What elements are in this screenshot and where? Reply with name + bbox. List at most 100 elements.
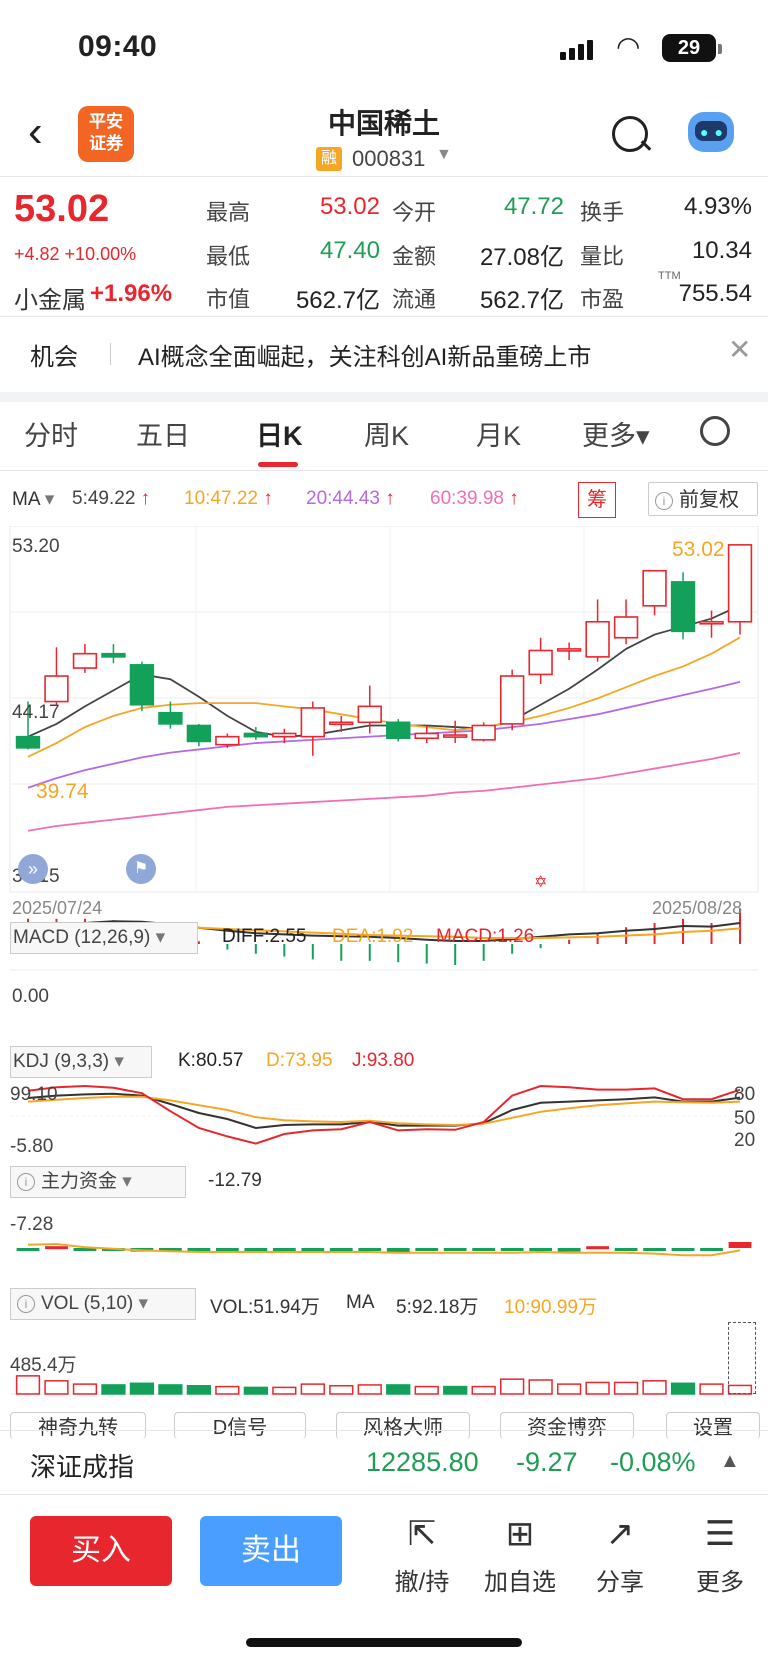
vol-ma5: 5:92.18万 [396, 1297, 479, 1318]
sector-change[interactable]: +1.96% [90, 280, 172, 308]
cancel-order-icon[interactable]: ⇱ [402, 1514, 442, 1554]
kdj-j: J:93.80 [352, 1050, 415, 1071]
tab-3[interactable]: 周K [364, 414, 409, 453]
quote-value: 47.40 [319, 237, 380, 264]
divider [0, 470, 768, 471]
vol-bar [699, 1383, 724, 1395]
caret-up-icon[interactable]: ▲ [720, 1450, 740, 1473]
date-start: 2025/07/24 [12, 898, 103, 918]
buy-button[interactable]: 买入 [30, 1516, 172, 1586]
candle-body [357, 705, 382, 724]
vol-current-box [728, 1322, 756, 1394]
vol-bar [443, 1385, 468, 1395]
section-gap [0, 392, 768, 402]
stock-code[interactable]: 000831 [352, 146, 425, 172]
tab-1[interactable]: 五日 [136, 414, 190, 453]
kdj-line-D [27, 1095, 741, 1127]
quote-label: 流通 [392, 287, 437, 312]
candle-body [129, 664, 155, 706]
sell-button[interactable]: 卖出 [200, 1516, 342, 1586]
macd-selector[interactable]: MACD (12,26,9) ▾ [10, 922, 198, 954]
sector-name[interactable]: 小金属 [14, 280, 86, 315]
tab-4[interactable]: 月K [476, 414, 521, 453]
candle-body [72, 652, 98, 669]
y-axis-top: 53.20 [12, 536, 60, 557]
vol-bar [272, 1386, 297, 1395]
tab-5[interactable]: 更多▾ [582, 414, 650, 453]
fund-value: -12.79 [208, 1170, 262, 1191]
vol-bar [500, 1378, 525, 1395]
vol-bar [585, 1381, 610, 1395]
ma-selector[interactable]: MA ▾ [12, 488, 54, 511]
quote-value: 755.54 [678, 280, 752, 307]
macd-dea: DEA:1.92 [332, 926, 414, 947]
news-headline[interactable]: AI概念全面崛起，关注科创AI新品重磅上市 [138, 337, 591, 372]
index-name[interactable]: 深证成指 [30, 1447, 134, 1484]
candle-body [613, 616, 639, 639]
vol-bar [357, 1384, 382, 1395]
kdj-k: K:80.57 [178, 1050, 244, 1071]
vol-value: VOL:51.94万 [210, 1297, 320, 1318]
vol-bar [300, 1383, 325, 1395]
fund-selector[interactable]: i 主力资金 ▾ [10, 1166, 186, 1198]
vol-bar [556, 1383, 582, 1395]
candle-body [272, 732, 297, 738]
vol-bar [215, 1385, 240, 1395]
tool-btn-3[interactable]: 风格大师 [336, 1412, 470, 1439]
signal-star-icon[interactable]: ✡ [534, 872, 547, 892]
expand-icon[interactable]: » [18, 854, 48, 884]
cancel-hold-label[interactable]: 撤/持 [377, 1562, 467, 1597]
menu-icon[interactable]: ☰ [700, 1514, 740, 1554]
candle-body [556, 648, 582, 652]
tool-btn-settings[interactable]: 设置 [666, 1412, 760, 1439]
event-icon[interactable]: ⚑ [126, 854, 156, 884]
kdj-selector[interactable]: KDJ (9,3,3) ▾ [10, 1046, 152, 1078]
info-icon: i [17, 1294, 35, 1313]
price-change: +4.82 +10.00% [14, 244, 137, 264]
ma60-value: 60:39.98 ↑ [430, 488, 519, 509]
close-icon[interactable]: ✕ [728, 333, 751, 366]
macd-y-zero: 0.00 [12, 986, 49, 1007]
ma-line-MA60 [27, 752, 741, 832]
add-watchlist-label[interactable]: 加自选 [475, 1562, 565, 1597]
adjust-label: 前复权 [679, 489, 739, 511]
vol-selector[interactable]: i VOL (5,10) ▾ [10, 1288, 196, 1320]
fund-bar [358, 1248, 382, 1251]
last-price: 53.02 [14, 188, 110, 230]
stock-name[interactable]: 中国稀土 [0, 102, 768, 142]
chips-button[interactable]: 筹 [578, 482, 616, 518]
vol-ma10: 10:90.99万 [504, 1297, 597, 1318]
fund-bar [728, 1242, 752, 1248]
robot-eyes: ●● [700, 124, 729, 140]
tool-btn-2[interactable]: D信号 [174, 1412, 306, 1439]
more-label[interactable]: 更多 [675, 1562, 765, 1597]
share-icon[interactable]: ↗ [600, 1514, 640, 1554]
news-tag: 机会 [30, 344, 78, 371]
candle-body [727, 544, 753, 623]
news-separator [110, 343, 111, 365]
fund-bar [301, 1248, 325, 1251]
share-label[interactable]: 分享 [575, 1562, 665, 1597]
quote-label: 最高 [206, 200, 251, 225]
caret-down-icon: ▾ [44, 489, 55, 510]
tool-btn-4[interactable]: 资金博弈 [500, 1412, 634, 1439]
tab-0[interactable]: 分时 [24, 414, 78, 453]
quote-label: 市盈 [580, 287, 625, 312]
gear-icon[interactable] [700, 416, 730, 446]
fund-bar [700, 1248, 723, 1251]
adjust-selector[interactable]: i 前复权 [648, 482, 758, 516]
candle-body [243, 732, 269, 738]
quote-label: 量比 [580, 244, 625, 269]
status-time: 09:40 [78, 30, 158, 63]
vol-bar [329, 1385, 354, 1395]
caret-down-icon[interactable]: ▼ [436, 146, 452, 164]
y-axis-mid: 44.17 [12, 702, 60, 723]
tool-btn-1[interactable]: 神奇九转 [10, 1412, 146, 1439]
active-tab-indicator [258, 462, 298, 467]
tab-2[interactable]: 日K [256, 414, 303, 453]
battery-tip [718, 44, 722, 54]
macd-value: MACD:1.26 [436, 926, 535, 947]
add-watchlist-icon[interactable]: ⊞ [500, 1514, 540, 1554]
vol-bar [414, 1385, 439, 1395]
search-icon[interactable] [612, 116, 648, 152]
